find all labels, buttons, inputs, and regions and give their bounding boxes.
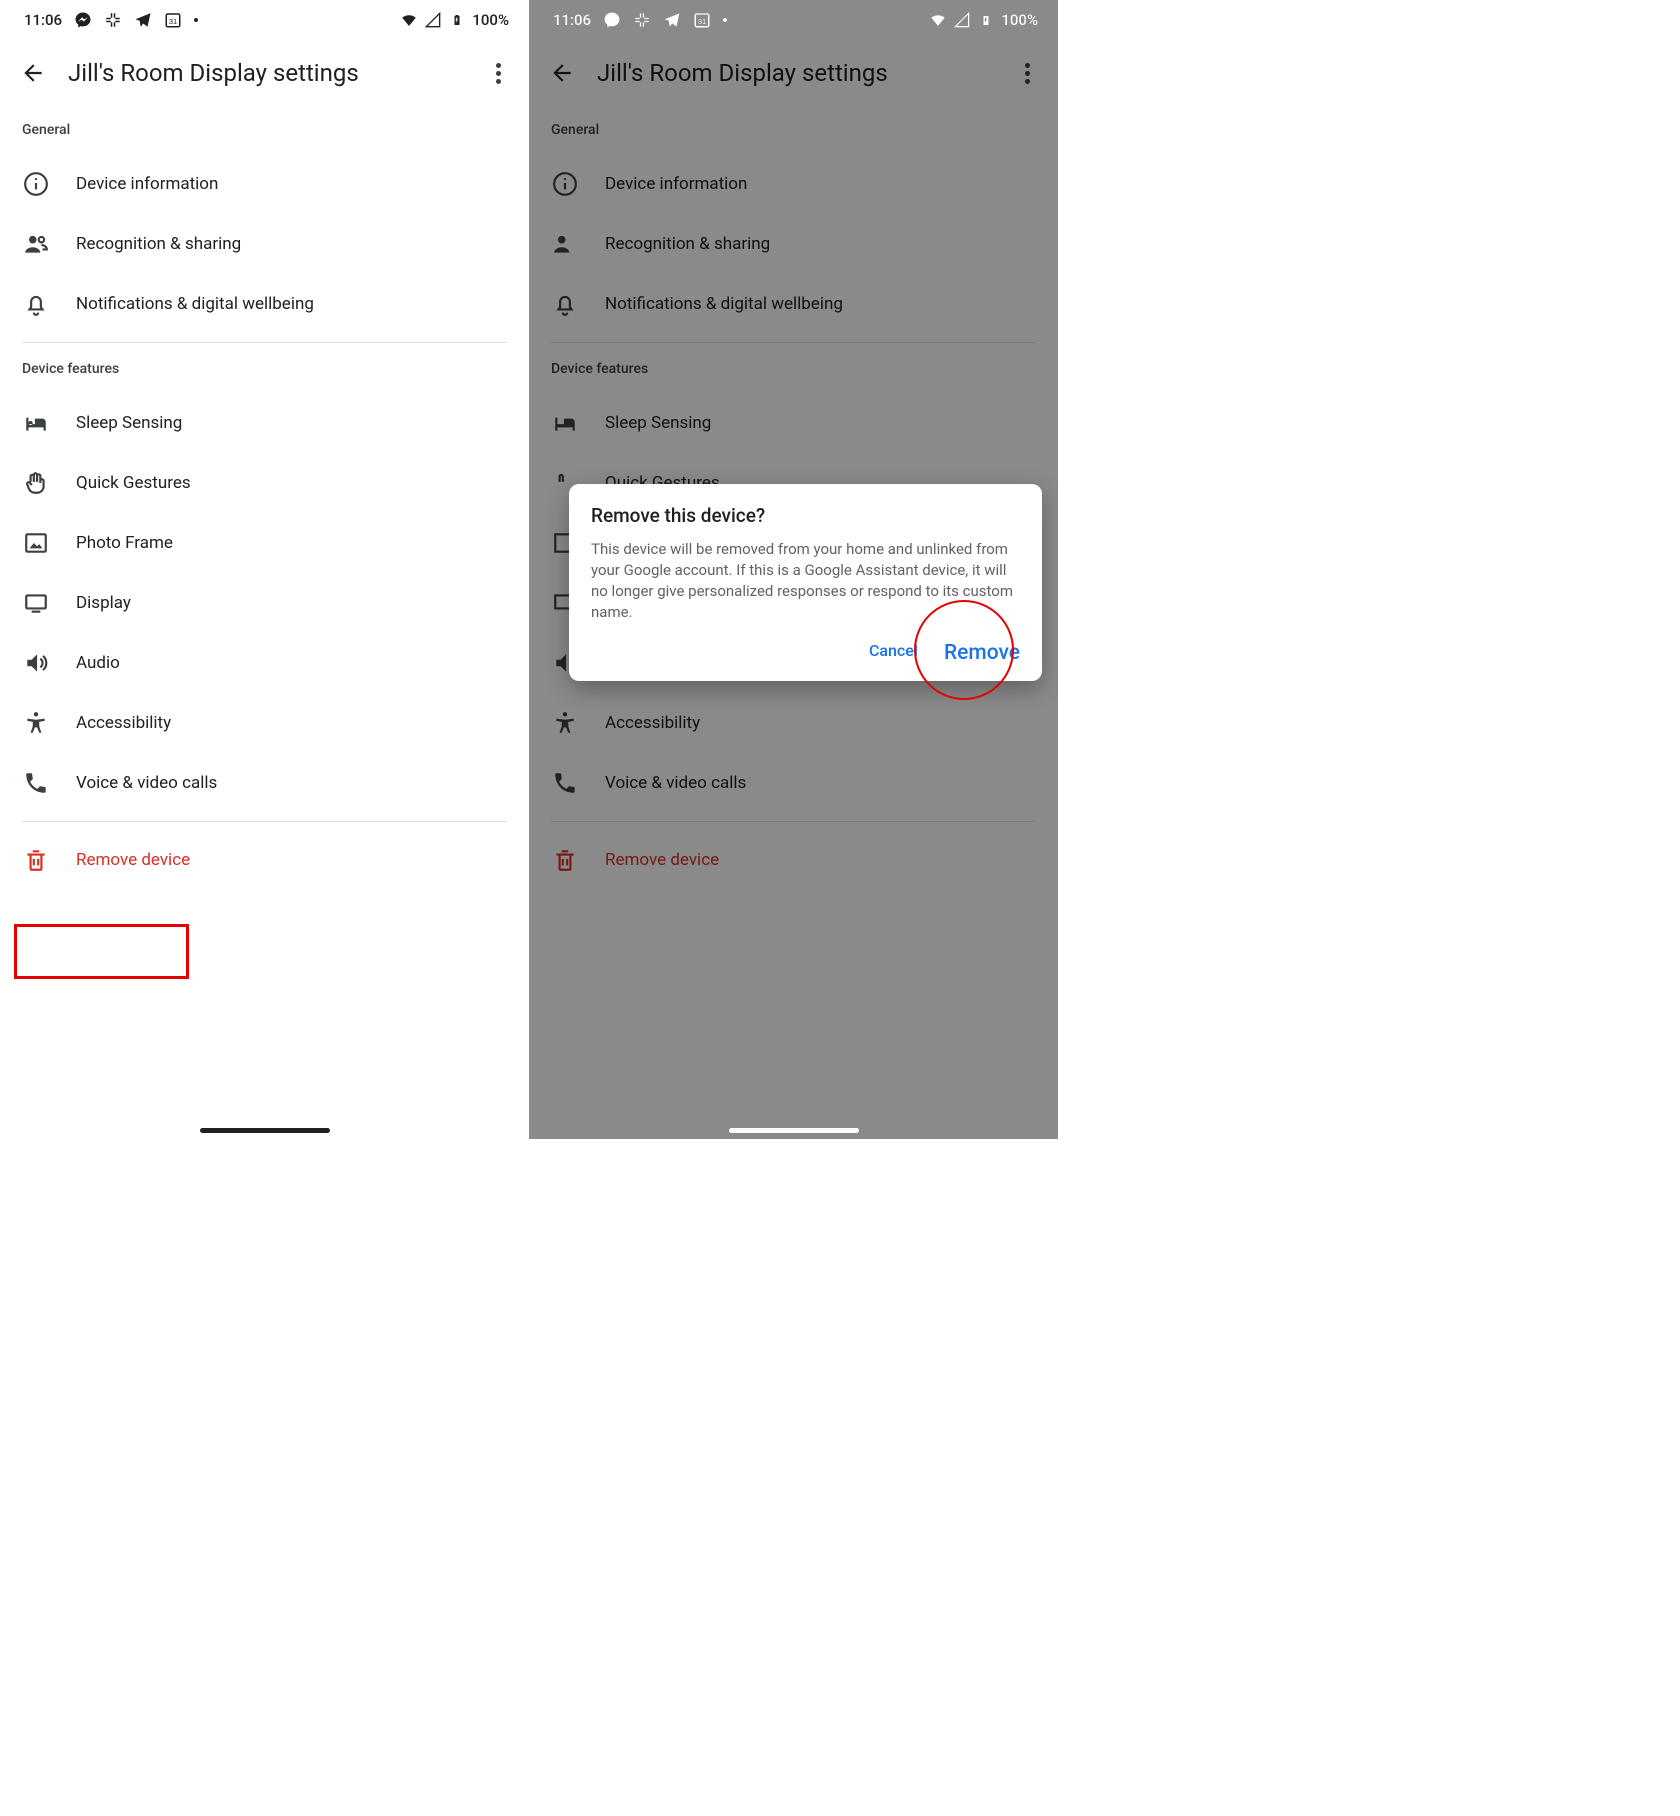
status-time: 11:06 — [24, 11, 62, 29]
slack-icon — [633, 11, 651, 29]
speaker-icon — [22, 649, 50, 677]
divider — [22, 342, 507, 343]
row-voice-video[interactable]: Voice & video calls — [0, 753, 529, 813]
phone-icon — [22, 769, 50, 797]
accessibility-icon — [22, 709, 50, 737]
svg-text:31: 31 — [698, 17, 706, 26]
signal-icon — [424, 11, 442, 29]
battery-text: 100% — [472, 11, 509, 29]
bed-icon — [22, 409, 50, 437]
row-audio[interactable]: Audio — [0, 633, 529, 693]
row-label: Photo Frame — [76, 533, 173, 553]
dialog-body: This device will be removed from your ho… — [591, 539, 1020, 623]
status-dot — [194, 18, 198, 22]
row-label: Accessibility — [76, 713, 171, 733]
row-label: Audio — [76, 653, 120, 673]
monitor-icon — [22, 589, 50, 617]
hand-icon — [22, 469, 50, 497]
row-accessibility[interactable]: Accessibility — [0, 693, 529, 753]
calendar-icon: 31 — [164, 11, 182, 29]
row-label: Voice & video calls — [76, 773, 217, 793]
status-time: 11:06 — [553, 11, 591, 29]
row-device-info[interactable]: Device information — [0, 154, 529, 214]
dialog-cancel-button[interactable]: Cancel — [869, 641, 918, 665]
dialog-remove-button[interactable]: Remove — [944, 641, 1020, 665]
battery-icon — [448, 11, 466, 29]
calendar-icon: 31 — [693, 11, 711, 29]
app-bar: Jill's Room Display settings — [0, 40, 529, 112]
page-title: Jill's Room Display settings — [68, 59, 463, 87]
row-sleep-sensing[interactable]: Sleep Sensing — [0, 393, 529, 453]
signal-icon — [953, 11, 971, 29]
messenger-icon — [74, 11, 92, 29]
svg-text:31: 31 — [169, 17, 177, 26]
status-dot — [723, 18, 727, 22]
screenshot-left: 11:06 31 100% — [0, 0, 529, 1139]
telegram-icon — [134, 11, 152, 29]
section-device-features-label: Device features — [0, 351, 529, 393]
section-general-label: General — [0, 112, 529, 154]
screenshot-right: 11:06 31 100% — [529, 0, 1058, 1139]
back-button[interactable] — [18, 58, 48, 88]
wifi-icon — [400, 11, 418, 29]
bell-icon — [22, 290, 50, 318]
row-label: Quick Gestures — [76, 473, 191, 493]
dialog-title: Remove this device? — [591, 504, 1020, 527]
overflow-menu-button[interactable] — [483, 58, 513, 88]
nav-bar-handle[interactable] — [200, 1128, 330, 1133]
row-label: Notifications & digital wellbeing — [76, 294, 314, 314]
divider — [22, 821, 507, 822]
row-remove-device[interactable]: Remove device — [0, 830, 529, 890]
row-label: Remove device — [76, 850, 190, 870]
row-label: Device information — [76, 174, 218, 194]
remove-device-dialog: Remove this device? This device will be … — [569, 484, 1042, 681]
annotation-highlight-remove — [14, 924, 189, 979]
image-icon — [22, 529, 50, 557]
row-label: Sleep Sensing — [76, 413, 182, 433]
row-label: Display — [76, 593, 131, 613]
slack-icon — [104, 11, 122, 29]
battery-icon — [977, 11, 995, 29]
nav-bar-handle[interactable] — [729, 1128, 859, 1133]
info-icon — [22, 170, 50, 198]
row-recognition[interactable]: Recognition & sharing — [0, 214, 529, 274]
status-bar-overlay: 11:06 31 100% — [529, 0, 1058, 40]
status-bar: 11:06 31 100% — [0, 0, 529, 40]
trash-icon — [22, 846, 50, 874]
row-display[interactable]: Display — [0, 573, 529, 633]
messenger-icon — [603, 11, 621, 29]
battery-text: 100% — [1001, 11, 1038, 29]
row-notifications[interactable]: Notifications & digital wellbeing — [0, 274, 529, 334]
row-quick-gestures[interactable]: Quick Gestures — [0, 453, 529, 513]
row-photo-frame[interactable]: Photo Frame — [0, 513, 529, 573]
row-label: Recognition & sharing — [76, 234, 241, 254]
telegram-icon — [663, 11, 681, 29]
people-icon — [22, 230, 50, 258]
wifi-icon — [929, 11, 947, 29]
